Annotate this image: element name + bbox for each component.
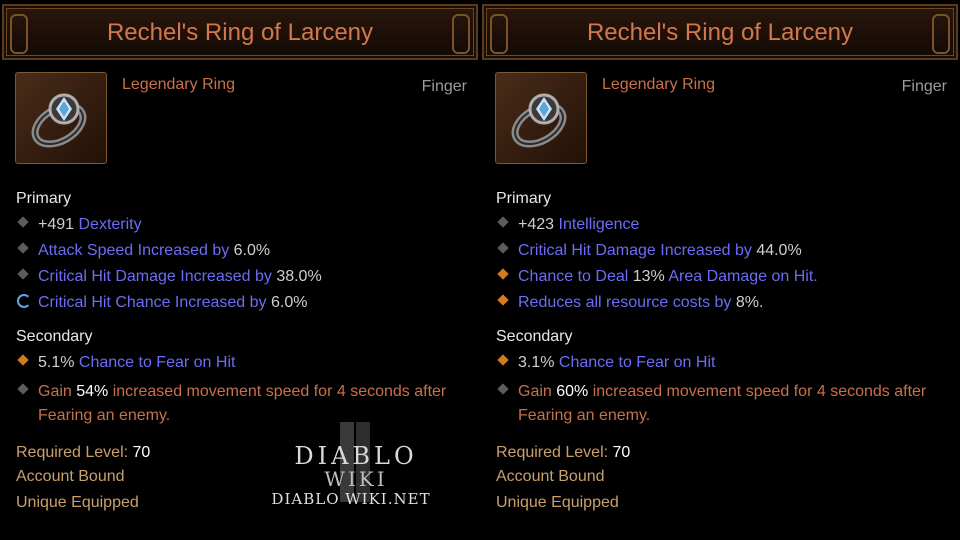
primary-stat-3: Chance to Deal 13% Area Damage on Hit. [496, 268, 818, 286]
legendary-affix: Gain 60% increased movement speed for 4 … [496, 380, 926, 428]
gray-diamond-bullet-icon [496, 242, 518, 256]
secondary-heading: Secondary [496, 328, 573, 345]
primary-stat-1: +491 Dexterity [16, 216, 142, 234]
primary-stat-4: Critical Hit Chance Increased by 6.0% [16, 294, 307, 312]
logo-line-2: WIKI [324, 467, 387, 491]
primary-heading: Primary [496, 190, 552, 207]
title-bar: Rechel's Ring of Larceny [2, 4, 478, 60]
orange-diamond-bullet-icon [16, 354, 38, 368]
item-slot: Finger [421, 78, 467, 95]
title-bar: Rechel's Ring of Larceny [482, 4, 958, 60]
secondary-stat-1: 5.1% Chance to Fear on Hit [16, 354, 235, 372]
tooltip-right: Rechel's Ring of Larceny Legendary Ring … [480, 0, 960, 540]
account-bound: Account Bound [16, 468, 125, 485]
item-title: Rechel's Ring of Larceny [106, 19, 374, 46]
item-type: Legendary Ring [602, 76, 715, 93]
logo-line-1: DIABLO [294, 442, 417, 470]
primary-stat-3: Critical Hit Damage Increased by 38.0% [16, 268, 322, 286]
primary-stat-2: Critical Hit Damage Increased by 44.0% [496, 242, 802, 260]
orange-diamond-bullet-icon [496, 268, 518, 282]
gray-diamond-bullet-icon [16, 216, 38, 230]
primary-stat-1: +423 Intelligence [496, 216, 639, 234]
unique-equipped: Unique Equipped [496, 494, 619, 511]
gray-diamond-bullet-icon [496, 383, 518, 397]
item-slot: Finger [901, 78, 947, 95]
primary-stat-4: Reduces all resource costs by 8%. [496, 294, 763, 312]
required-level: Required Level: 70 [16, 444, 151, 461]
diablo-wiki-logo: DIABLO WIKI DIABLO WIKI.NET [266, 418, 446, 518]
gray-diamond-bullet-icon [16, 268, 38, 282]
primary-stat-2: Attack Speed Increased by 6.0% [16, 242, 270, 260]
primary-heading: Primary [16, 190, 72, 207]
ring-icon [15, 72, 107, 164]
item-title: Rechel's Ring of Larceny [586, 19, 854, 46]
gray-diamond-bullet-icon [496, 216, 518, 230]
secondary-stat-1: 3.1% Chance to Fear on Hit [496, 354, 715, 372]
orange-diamond-bullet-icon [496, 354, 518, 368]
unique-equipped: Unique Equipped [16, 494, 139, 511]
ring-icon [495, 72, 587, 164]
blue-swirl-bullet-icon [16, 294, 38, 308]
required-level: Required Level: 70 [496, 444, 631, 461]
gray-diamond-bullet-icon [16, 383, 38, 397]
orange-diamond-bullet-icon [496, 294, 518, 308]
gray-diamond-bullet-icon [16, 242, 38, 256]
secondary-heading: Secondary [16, 328, 93, 345]
item-type: Legendary Ring [122, 76, 235, 93]
account-bound: Account Bound [496, 468, 605, 485]
logo-line-3: DIABLO WIKI.NET [271, 490, 430, 508]
